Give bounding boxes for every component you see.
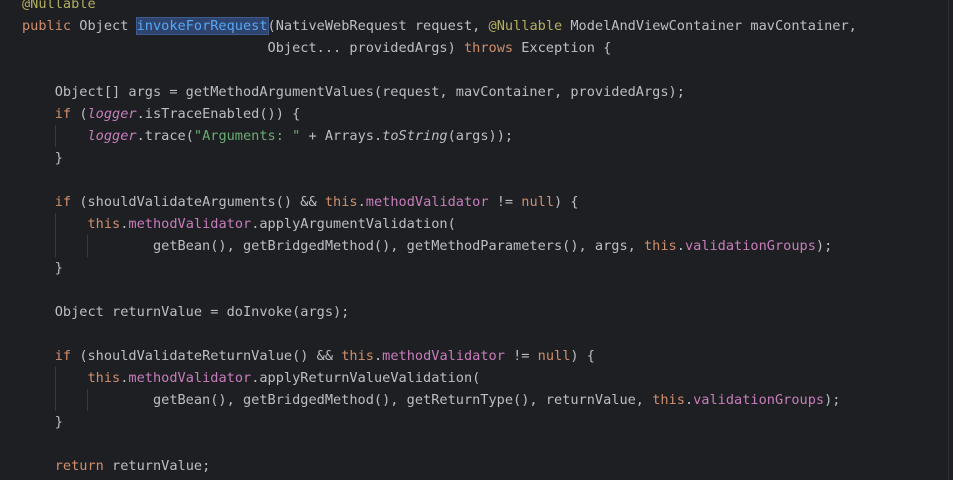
- code-token: "Arguments: ": [193, 128, 301, 144]
- indent-guide: [54, 125, 56, 147]
- code-token: null: [537, 348, 571, 364]
- code-line[interactable]: if (shouldValidateArguments() && this.me…: [22, 191, 857, 213]
- code-token: !=: [504, 348, 538, 364]
- code-token: .: [676, 238, 685, 254]
- code-token: (shouldValidateReturnValue() &&: [79, 348, 342, 364]
- code-token: if: [54, 348, 80, 364]
- code-line[interactable]: @Nullable: [22, 0, 857, 15]
- code-token: this: [324, 194, 358, 210]
- indent-guide: [87, 389, 89, 411]
- code-token: );: [815, 238, 833, 254]
- code-token: getBean(), getBridgedMethod(), getMethod…: [22, 238, 644, 254]
- code-token: Object returnValue = doInvoke(args);: [22, 304, 350, 320]
- code-token: toString: [382, 128, 448, 144]
- code-token: invokeForRequest: [135, 17, 269, 35]
- code-line[interactable]: if (shouldValidateReturnValue() && this.…: [22, 345, 857, 367]
- indent-guide: [54, 367, 56, 389]
- right-margin-guide: [948, 0, 949, 480]
- code-line[interactable]: }: [22, 147, 857, 169]
- code-token: Object[] args = getMethodArgumentValues(…: [22, 84, 685, 100]
- code-token: methodValidator: [128, 370, 252, 386]
- code-token: methodValidator: [365, 194, 489, 210]
- code-token: public: [22, 18, 80, 34]
- indent-guide: [54, 235, 56, 257]
- code-token: methodValidator: [382, 348, 505, 364]
- code-line[interactable]: this.methodValidator.applyReturnValueVal…: [22, 367, 857, 389]
- code-token: Object: [79, 18, 137, 34]
- code-token: (args));: [447, 128, 514, 144]
- code-line[interactable]: [22, 279, 857, 301]
- code-line[interactable]: this.methodValidator.applyArgumentValida…: [22, 213, 857, 235]
- code-token: .applyArgumentValidation(: [251, 216, 456, 232]
- code-token: }: [22, 150, 63, 166]
- code-token: .: [357, 194, 366, 210]
- code-line[interactable]: [22, 323, 857, 345]
- code-line[interactable]: public Object invokeForRequest(NativeWeb…: [22, 15, 857, 37]
- code-token: logger: [87, 106, 137, 122]
- code-line[interactable]: logger.trace("Arguments: " + Arrays.toSt…: [22, 125, 857, 147]
- code-token: .: [373, 348, 383, 364]
- code-token: ModelAndViewContainer mavContainer,: [570, 18, 857, 34]
- code-token: this: [652, 392, 685, 408]
- code-token: (NativeWebRequest request,: [267, 18, 489, 34]
- code-line[interactable]: [22, 433, 857, 455]
- code-token: + Arrays.: [300, 128, 383, 144]
- code-token: this: [341, 348, 374, 364]
- code-editor[interactable]: @Nullable public Object invokeForRequest(…: [0, 0, 953, 480]
- code-line[interactable]: }: [22, 257, 857, 279]
- code-line[interactable]: }: [22, 411, 857, 433]
- code-token: methodValidator: [128, 216, 252, 232]
- code-line[interactable]: return returnValue;: [22, 455, 857, 477]
- code-token: !=: [488, 194, 522, 210]
- code-token: (shouldValidateArguments() &&: [79, 194, 325, 210]
- code-token: validationGroups: [693, 392, 825, 408]
- code-line[interactable]: [22, 169, 857, 191]
- code-line[interactable]: if (logger.isTraceEnabled()) {: [22, 103, 857, 125]
- code-token: }: [22, 260, 63, 276]
- code-token: .trace(: [136, 128, 194, 144]
- code-token: validationGroups: [684, 238, 816, 254]
- code-line[interactable]: Object... providedArgs) throws Exception…: [22, 37, 857, 59]
- indent-guide: [54, 389, 56, 411]
- indent-guide: [87, 235, 89, 257]
- code-token: (: [79, 106, 88, 122]
- code-token: this: [87, 370, 121, 386]
- code-token: ) {: [570, 348, 595, 364]
- code-token: ) {: [554, 194, 579, 210]
- code-line[interactable]: Object[] args = getMethodArgumentValues(…: [22, 81, 857, 103]
- code-token: @Nullable: [22, 0, 96, 12]
- code-token: .isTraceEnabled()) {: [136, 106, 301, 122]
- code-token: return: [54, 458, 113, 474]
- code-token: Object... providedArgs): [22, 40, 464, 56]
- code-token: throws: [463, 40, 522, 56]
- code-token: if: [54, 106, 80, 122]
- code-line[interactable]: getBean(), getBridgedMethod(), getMethod…: [22, 235, 857, 257]
- code-token: null: [521, 194, 555, 210]
- code-line[interactable]: Object returnValue = doInvoke(args);: [22, 301, 857, 323]
- code-line[interactable]: getBean(), getBridgedMethod(), getReturn…: [22, 389, 857, 411]
- indent-guide: [54, 213, 56, 235]
- code-token: .applyReturnValueValidation(: [251, 370, 481, 386]
- code-token: this: [87, 216, 121, 232]
- code-token: logger: [87, 128, 137, 144]
- code-line[interactable]: [22, 59, 857, 81]
- code-token: this: [644, 238, 677, 254]
- code-token: }: [22, 414, 63, 430]
- code-token: if: [54, 194, 80, 210]
- code-token: @Nullable: [488, 18, 571, 34]
- code-area[interactable]: @Nullable public Object invokeForRequest(…: [22, 0, 857, 477]
- code-token: Exception {: [521, 40, 612, 56]
- code-token: );: [824, 392, 841, 408]
- code-token: .: [684, 392, 694, 408]
- code-token: returnValue;: [112, 458, 211, 474]
- code-token: getBean(), getBridgedMethod(), getReturn…: [22, 392, 653, 408]
